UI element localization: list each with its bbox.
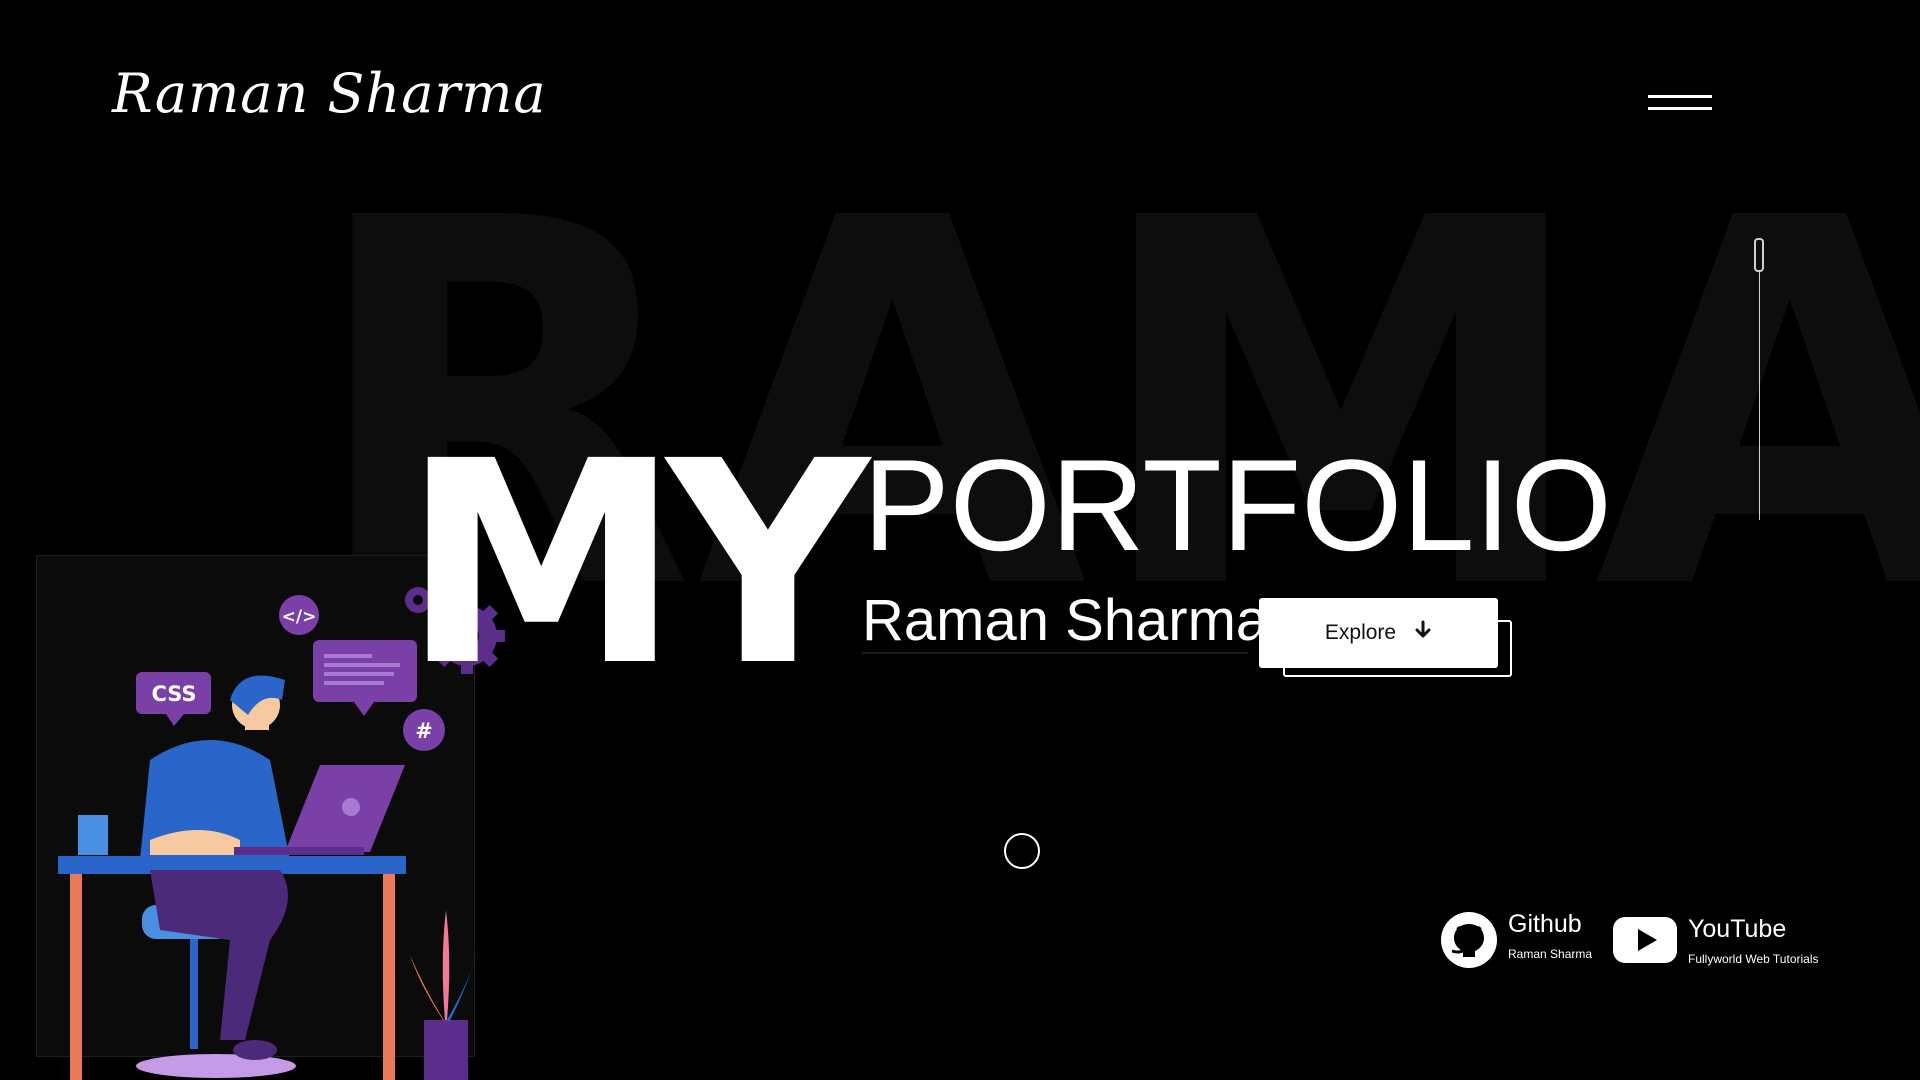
- explore-label: Explore: [1324, 621, 1397, 644]
- menu-line: [1648, 107, 1712, 110]
- hamburger-menu-icon[interactable]: [1648, 92, 1712, 116]
- scroll-track: [1759, 272, 1760, 520]
- arrow-down-icon: [1414, 620, 1432, 646]
- menu-line: [1648, 95, 1712, 98]
- github-subtitle: Raman Sharma: [1508, 947, 1593, 962]
- scroll-thumb[interactable]: [1754, 238, 1764, 272]
- hero-title-my: MY: [402, 402, 869, 728]
- youtube-subtitle: Fullyworld Web Tutorials: [1688, 952, 1819, 967]
- youtube-title: YouTube: [1688, 915, 1787, 943]
- site-logo[interactable]: Raman Sharma: [112, 62, 547, 125]
- youtube-link[interactable]: YouTube Fullyworld Web Tutorials: [1612, 916, 1819, 968]
- scroll-down-indicator[interactable]: [1004, 833, 1040, 869]
- hero-title-portfolio: PORTFOLIO: [863, 432, 1612, 578]
- name-underline: [862, 652, 1248, 654]
- github-link[interactable]: Github Raman Sharma: [1440, 911, 1592, 973]
- youtube-icon: [1612, 916, 1678, 968]
- explore-button[interactable]: Explore: [1259, 598, 1498, 668]
- github-title: Github: [1508, 910, 1582, 938]
- hero-name: Raman Sharma: [862, 588, 1269, 653]
- github-icon: [1440, 911, 1498, 973]
